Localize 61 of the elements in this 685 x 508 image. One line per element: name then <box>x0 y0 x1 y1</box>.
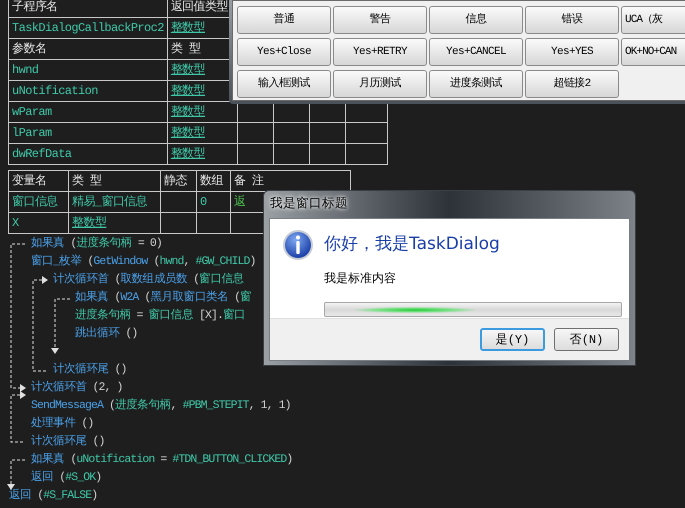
table-cell-text: dwRefData <box>12 147 72 161</box>
table-cell-text: 精易_窗口信息 <box>72 195 148 209</box>
window-title: 我是窗口标题 <box>270 196 348 214</box>
info-icon <box>282 229 314 261</box>
table-cell-text: 参数名 <box>12 42 46 56</box>
code-line: 如果真 (uNotification = #TDN_BUTTON_CLICKED) <box>31 452 292 468</box>
table-cell-text: 整数型 <box>170 126 206 140</box>
table-cell-text: 数组 <box>200 174 223 188</box>
table-cell-text: 整数型 <box>170 105 206 119</box>
code-line: 计次循环首 (2, ) <box>31 380 123 396</box>
code-line: 计次循环尾 () <box>31 434 105 450</box>
dialog-button[interactable]: 否(N) <box>554 328 619 351</box>
table-cell-text: 备 注 <box>234 174 264 188</box>
main-instruction: 你好，我是TaskDialog <box>324 233 500 256</box>
table-cell-text: 返 <box>234 195 246 209</box>
table-cell-text: 整数型 <box>170 63 206 77</box>
table-cell-text: hwnd <box>12 63 38 77</box>
table-cell-text: 整数型 <box>170 21 206 35</box>
panel-button[interactable]: 警告 <box>333 6 427 34</box>
table-cell-text: 窗口信息 <box>12 195 58 209</box>
code-line: 如果真 (进度条句柄 = 0) <box>31 236 162 252</box>
code-line: SendMessageA (进度条句柄, #PBM_STEPIT, 1, 1) <box>31 398 291 414</box>
table-cell-text: 整数型 <box>170 147 206 161</box>
table-cell-text: 整数型 <box>72 216 106 230</box>
table-cell-text: wParam <box>12 105 52 119</box>
panel-button[interactable]: 输入框测试 <box>237 70 331 98</box>
panel-button[interactable]: 进度条测试 <box>429 70 523 98</box>
panel-button[interactable]: 信息 <box>429 6 523 34</box>
table-cell-text: 类 型 <box>72 174 102 188</box>
code-line: 计次循环首 (取数组成员数 (窗口信息 <box>53 271 244 288</box>
code-line: 如果真 (W2A (黑月取窗口类名 (窗 <box>75 289 252 306</box>
panel-button[interactable]: Yes+YES <box>525 38 619 66</box>
panel-button[interactable]: Yes+RETRY <box>333 38 427 66</box>
panel-button[interactable]: UCA（灰 <box>621 6 685 34</box>
table-cell-text: 子程序名 <box>12 0 58 14</box>
table-cell-text: 整数型 <box>170 84 206 98</box>
panel-button[interactable]: 超链接2 <box>525 70 619 98</box>
code-line: 计次循环尾 () <box>53 362 127 378</box>
panel-button[interactable]: OK+NO+CAN <box>621 38 685 66</box>
code-line: 跳出循环 () <box>75 326 138 342</box>
table-cell-text: uNotification <box>12 84 98 98</box>
content-text: 我是标准内容 <box>324 271 396 288</box>
table-cell-text: lParam <box>12 126 52 140</box>
code-line: 处理事件 () <box>31 416 94 432</box>
table-cell-text: X <box>12 216 19 230</box>
code-line: 返回 (#S_OK) <box>31 470 102 486</box>
table-cell-text: TaskDialogCallbackProc2 <box>12 21 164 35</box>
table-cell-text: 类 型 <box>170 42 200 56</box>
code-line: 进度条句柄 = 窗口信息 [X].窗口 <box>75 307 246 324</box>
table-cell-text: 变量名 <box>12 174 46 188</box>
panel-button[interactable]: 月历测试 <box>333 70 427 98</box>
table-cell-text: 返回值类型 <box>170 0 228 14</box>
panel-button[interactable]: Yes+CANCEL <box>429 38 523 66</box>
panel-button[interactable]: 错误 <box>525 6 619 34</box>
code-line: 返回 (#S_FALSE) <box>9 488 98 504</box>
panel-button[interactable]: 普通 <box>237 6 331 34</box>
table-cell-text: 0 <box>200 195 207 209</box>
dialog-button[interactable]: 是(Y) <box>480 328 545 351</box>
code-line: 窗口_枚举 (GetWindow (hwnd, #GW_CHILD) <box>31 253 256 270</box>
panel-button[interactable]: Yes+Close <box>237 38 331 66</box>
table-cell-text: 静态 <box>164 174 187 188</box>
